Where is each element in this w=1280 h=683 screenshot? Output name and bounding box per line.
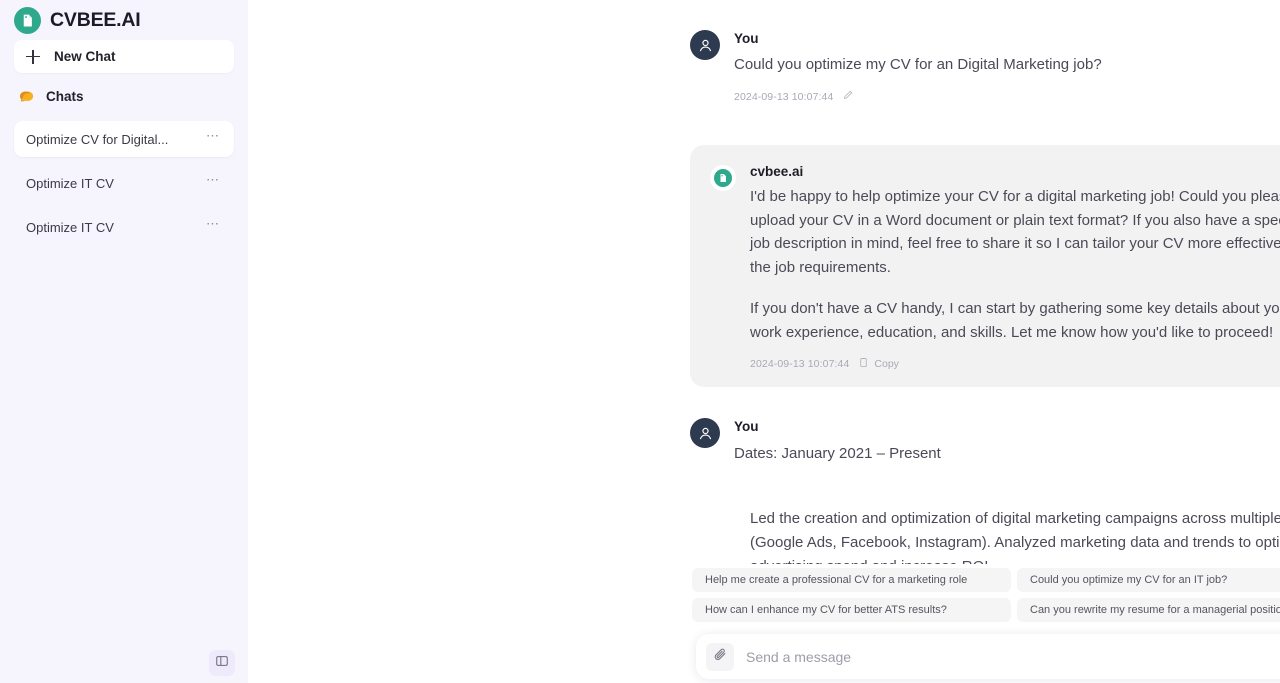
message-assistant-1: cvbee.ai I'd be happy to help optimize y… <box>690 145 1280 387</box>
chat-options-icon[interactable]: ⋯ <box>206 129 220 146</box>
app-root: CVBEE.AI New Chat Chats Optimize CV for … <box>0 0 1280 683</box>
copy-icon <box>858 355 869 373</box>
new-chat-label: New Chat <box>54 49 116 64</box>
chats-section-label: Chats <box>46 88 84 104</box>
chat-title: Optimize CV for Digital... <box>26 131 169 147</box>
message-meta: 2024-09-13 10:07:44 <box>734 88 1280 106</box>
document-icon <box>14 6 41 34</box>
chat-title: Optimize IT CV <box>26 219 114 235</box>
brand-name: CVBEE.AI <box>50 8 141 31</box>
message-timestamp: 2024-09-13 10:07:44 <box>750 358 850 370</box>
cvbee-logo-icon <box>710 165 736 191</box>
message-sender: You <box>734 419 759 434</box>
message-user-2: You Dates: January 2021 – Present Led th… <box>690 418 1280 575</box>
new-chat-button[interactable]: New Chat <box>14 40 234 73</box>
message-text: Dates: January 2021 – Present <box>734 445 941 462</box>
chat-list: Optimize CV for Digital... ⋯ Optimize IT… <box>14 121 234 245</box>
suggestion-chip-3[interactable]: Can you rewrite my resume for a manageri… <box>1017 598 1280 622</box>
message-user-1: You Could you optimize my CV for an Digi… <box>690 30 1280 106</box>
message-meta: 2024-09-13 10:07:44 Copy <box>750 355 1280 373</box>
suggestion-chip-1[interactable]: Could you optimize my CV for an IT job? <box>1017 568 1280 592</box>
message-paragraph-1: I'd be happy to help optimize your CV fo… <box>750 188 1280 276</box>
message-composer <box>696 634 1280 679</box>
message-paragraph-2: If you don't have a CV handy, I can star… <box>750 300 1280 341</box>
suggestion-chip-2[interactable]: How can I enhance my CV for better ATS r… <box>692 598 1011 622</box>
paperclip-icon <box>713 647 728 667</box>
chat-main: You Could you optimize my CV for an Digi… <box>248 0 1280 683</box>
chats-section-header: Chats <box>14 79 234 113</box>
message-input[interactable] <box>740 648 1280 665</box>
message-sender: cvbee.ai <box>750 164 804 179</box>
sidebar: CVBEE.AI New Chat Chats Optimize CV for … <box>0 0 248 683</box>
chat-options-icon[interactable]: ⋯ <box>206 217 220 234</box>
chat-title: Optimize IT CV <box>26 175 114 191</box>
user-avatar-icon <box>690 30 720 60</box>
edit-message-button[interactable] <box>842 88 854 106</box>
user-avatar-icon <box>690 418 720 448</box>
sidebar-toggle-button[interactable] <box>209 650 235 676</box>
message-timestamp: 2024-09-13 10:07:44 <box>734 90 834 103</box>
suggestion-chips: Help me create a professional CV for a m… <box>692 564 1280 622</box>
plus-icon <box>26 49 40 64</box>
edit-pencil-icon <box>842 88 854 106</box>
brand: CVBEE.AI <box>14 0 234 36</box>
copy-label: Copy <box>874 358 899 370</box>
chat-list-item-1[interactable]: Optimize IT CV ⋯ <box>14 165 234 201</box>
speech-bubble-icon <box>20 89 35 104</box>
chat-options-icon[interactable]: ⋯ <box>206 173 220 190</box>
copy-message-button[interactable]: Copy <box>858 355 899 373</box>
message-sender: You <box>734 31 759 46</box>
chat-list-item-0[interactable]: Optimize CV for Digital... ⋯ <box>14 121 234 157</box>
message-text: Could you optimize my CV for an Digital … <box>734 56 1102 73</box>
suggestion-chip-0[interactable]: Help me create a professional CV for a m… <box>692 568 1011 592</box>
chat-list-item-2[interactable]: Optimize IT CV ⋯ <box>14 209 234 245</box>
sidebar-toggle-icon <box>215 654 229 673</box>
attach-file-button[interactable] <box>706 642 734 671</box>
